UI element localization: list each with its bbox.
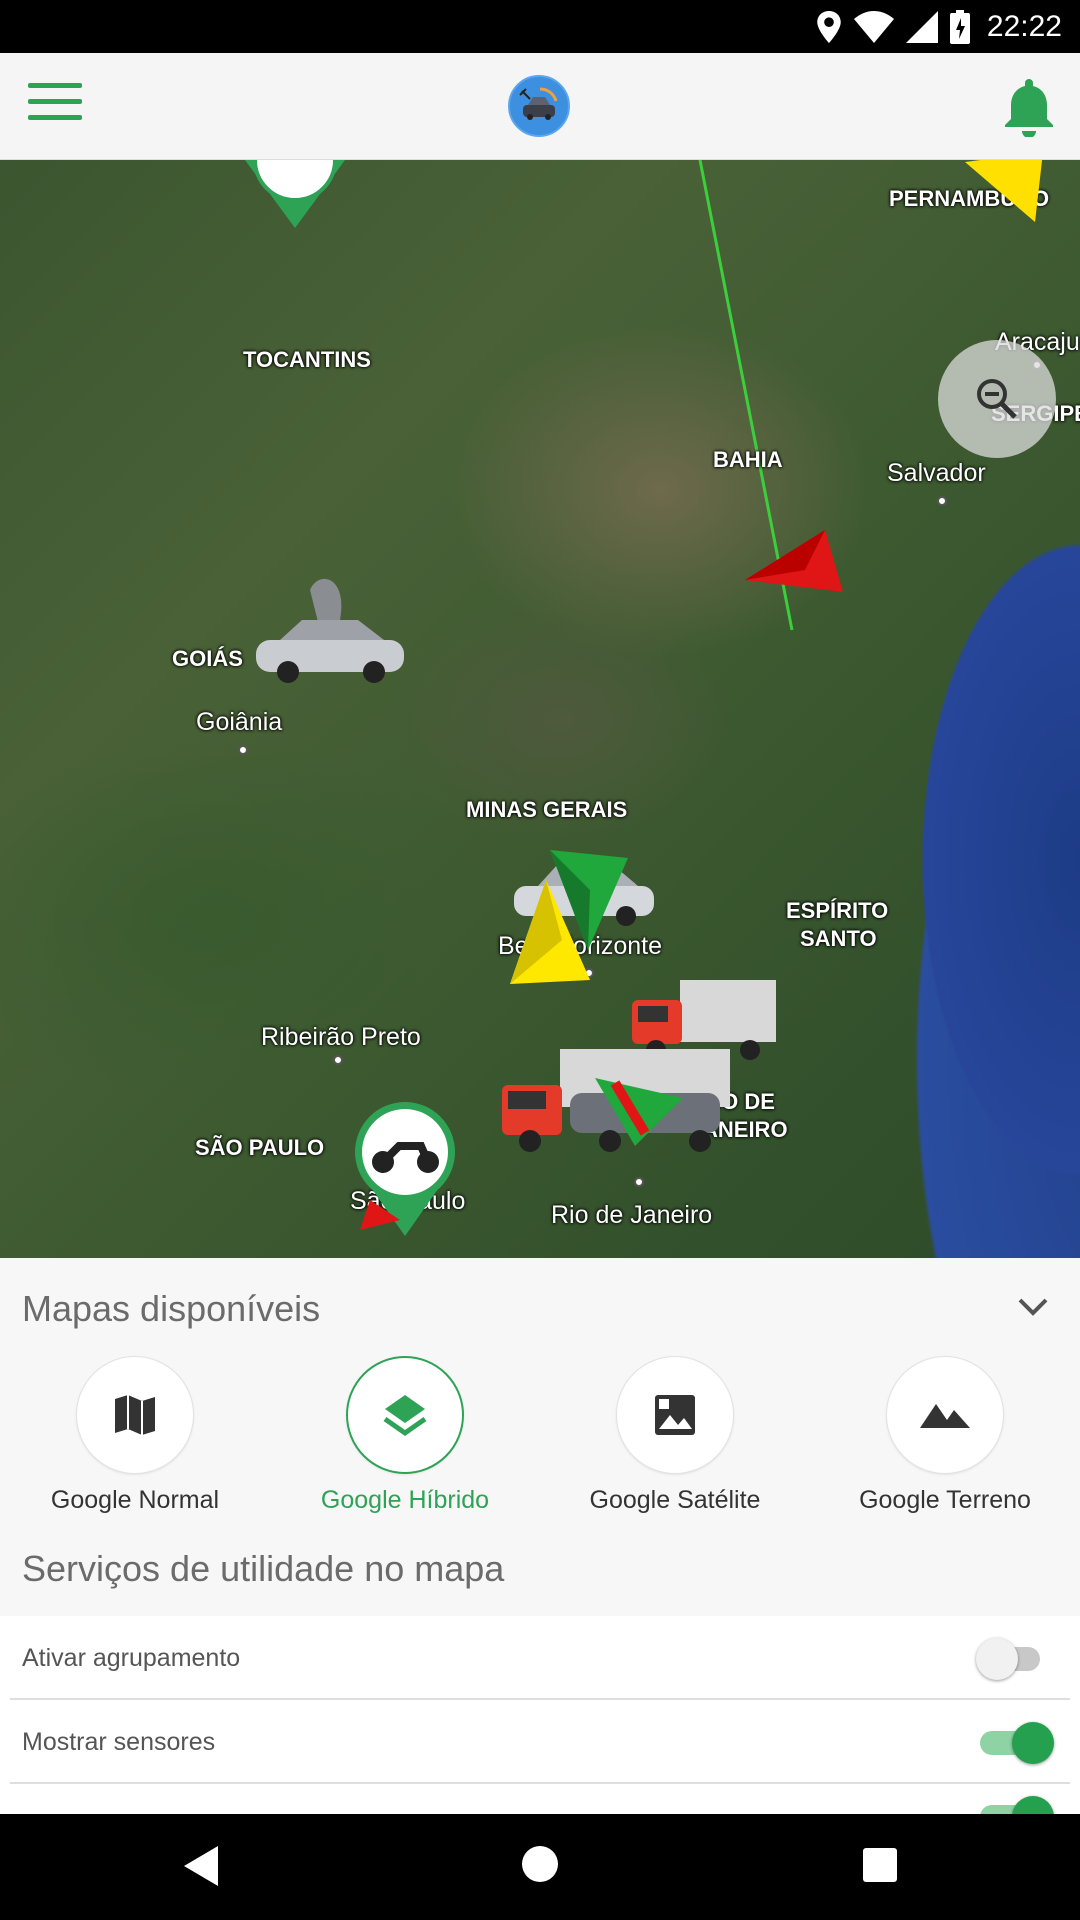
grouping-toggle[interactable] bbox=[976, 1638, 1052, 1680]
map-option-google-terreno[interactable]: Google Terreno bbox=[830, 1356, 1060, 1526]
layers-icon bbox=[383, 1395, 427, 1437]
green-direction-arrow-icon[interactable] bbox=[550, 850, 630, 950]
notification-bell-icon[interactable] bbox=[1002, 77, 1056, 138]
state-label-sao-paulo: SÃO PAULO bbox=[195, 1135, 325, 1160]
city-dot bbox=[238, 745, 248, 755]
map-option-google-hibrido[interactable]: Google Híbrido bbox=[290, 1356, 520, 1526]
menu-icon bbox=[28, 83, 82, 88]
list-item: Mostrar sensores bbox=[10, 1700, 1070, 1784]
map-option-google-normal[interactable]: Google Normal bbox=[20, 1356, 250, 1526]
zoom-out-button[interactable] bbox=[938, 340, 1056, 458]
wifi-icon bbox=[854, 11, 894, 43]
map-option-label: Google Satélite bbox=[589, 1486, 761, 1514]
setting-label: Ativar agrupamento bbox=[22, 1644, 241, 1672]
state-label-goias: GOIÁS bbox=[172, 646, 243, 671]
state-label-espirito-santo-2: SANTO bbox=[800, 926, 877, 951]
sensors-toggle[interactable] bbox=[976, 1722, 1054, 1764]
map-view[interactable]: PERNAMBUCO TOCANTINS BAHIA SERGIPE GOIÁS… bbox=[0, 160, 1080, 1258]
map-icon bbox=[115, 1395, 155, 1435]
red-direction-arrow-icon[interactable] bbox=[745, 530, 845, 600]
city-label-rio-de-janeiro: Rio de Janeiro bbox=[551, 1201, 713, 1229]
back-icon[interactable] bbox=[182, 1844, 220, 1888]
image-icon bbox=[655, 1395, 695, 1435]
car-marker-icon[interactable] bbox=[250, 570, 410, 685]
list-item: Ativar agrupamento bbox=[10, 1616, 1070, 1700]
chevron-down-icon[interactable] bbox=[1016, 1296, 1050, 1320]
zoom-out-icon bbox=[977, 379, 1017, 419]
map-options-sheet: Mapas disponíveis Google Normal Google H… bbox=[0, 1258, 1080, 1816]
map-option-label: Google Normal bbox=[50, 1486, 220, 1514]
recents-icon[interactable] bbox=[863, 1848, 897, 1882]
signal-icon bbox=[906, 11, 938, 43]
battery-icon bbox=[950, 10, 970, 44]
home-icon[interactable] bbox=[520, 1844, 560, 1884]
green-direction-arrow-icon[interactable] bbox=[595, 1078, 685, 1148]
state-label-espirito-santo: ESPÍRITO bbox=[786, 898, 889, 923]
city-label-ribeirao-preto: Ribeirão Preto bbox=[261, 1023, 421, 1051]
menu-button[interactable] bbox=[28, 83, 82, 127]
navigation-bar bbox=[0, 1814, 1080, 1920]
services-list: Ativar agrupamento Mostrar sensores bbox=[0, 1616, 1080, 1816]
status-icons bbox=[816, 10, 970, 44]
state-label-minas-gerais: MINAS GERAIS bbox=[466, 797, 628, 822]
status-bar: 22:22 bbox=[0, 0, 1080, 53]
app-bar bbox=[0, 53, 1080, 160]
terrain-icon bbox=[920, 1404, 970, 1428]
location-icon bbox=[817, 11, 841, 43]
status-time: 22:22 bbox=[986, 10, 1062, 43]
city-dot bbox=[634, 1177, 644, 1187]
city-label-salvador: Salvador bbox=[887, 459, 986, 487]
yellow-direction-arrow-icon[interactable] bbox=[965, 160, 1045, 232]
maps-panel-title: Mapas disponíveis bbox=[22, 1288, 321, 1329]
state-label-tocantins: TOCANTINS bbox=[243, 347, 371, 372]
services-title: Serviços de utilidade no mapa bbox=[22, 1548, 505, 1589]
partial-toggle[interactable] bbox=[976, 1796, 1054, 1814]
setting-label: Mostrar sensores bbox=[22, 1728, 216, 1756]
map-option-google-satelite[interactable]: Google Satélite bbox=[560, 1356, 790, 1526]
vehicle-pin-marker[interactable] bbox=[240, 160, 350, 230]
car-logo-icon bbox=[508, 75, 570, 137]
city-dot bbox=[333, 1055, 343, 1065]
state-label-bahia: BAHIA bbox=[713, 447, 783, 472]
city-dot bbox=[937, 496, 947, 506]
city-label-goiania: Goiânia bbox=[196, 708, 283, 736]
list-item-partial bbox=[10, 1784, 1070, 1814]
map-option-label: Google Híbrido bbox=[320, 1486, 490, 1514]
motorcycle-pin-marker[interactable] bbox=[350, 1100, 460, 1238]
map-option-label: Google Terreno bbox=[859, 1486, 1031, 1514]
